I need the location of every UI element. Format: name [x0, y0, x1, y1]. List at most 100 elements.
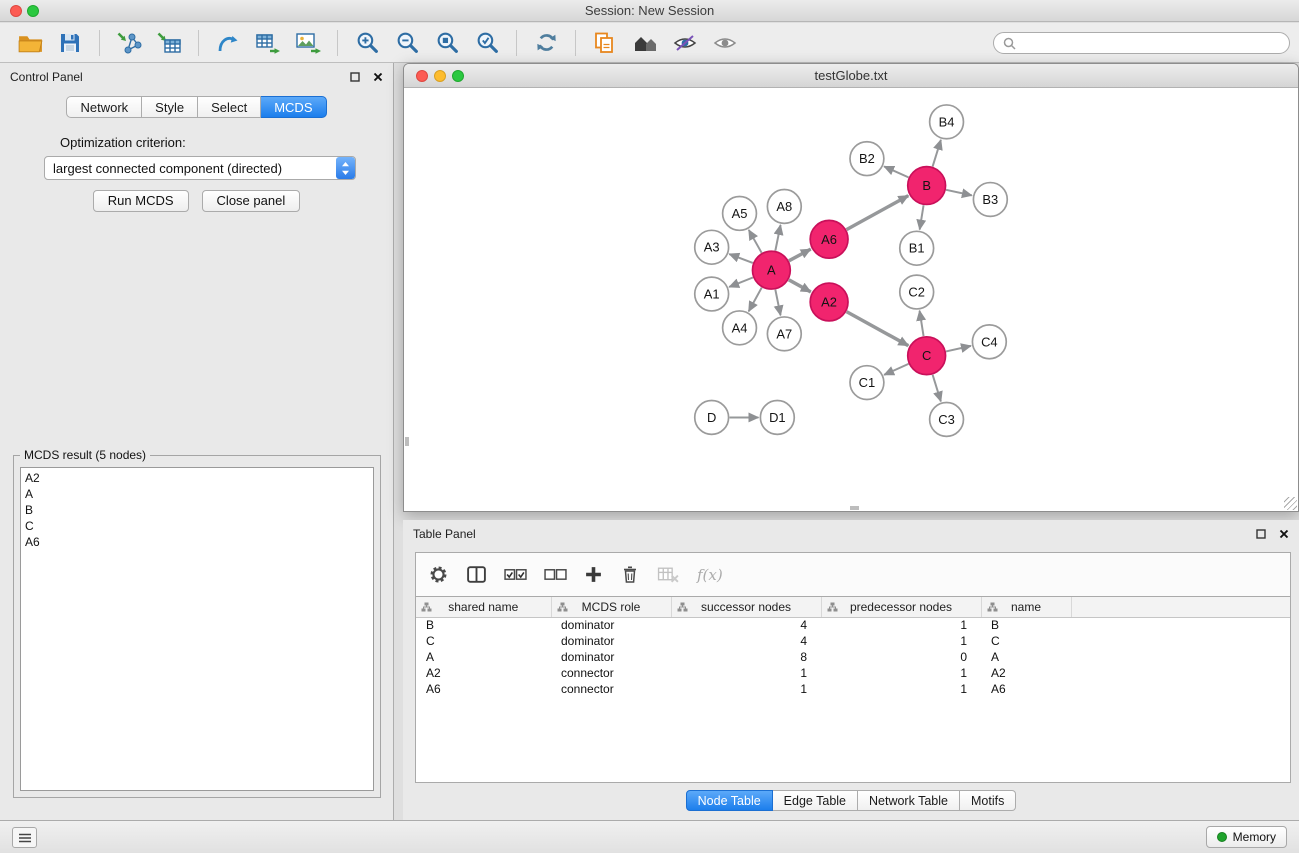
network-zoom-button[interactable]	[452, 70, 464, 82]
graph-node-B1[interactable]: B1	[900, 231, 934, 265]
graph-edge-A-A6[interactable]	[789, 249, 811, 261]
search-input[interactable]	[1021, 36, 1280, 50]
mcds-result-list[interactable]: A2ABCA6	[20, 467, 374, 791]
float-panel-button[interactable]	[350, 72, 360, 82]
table-cell[interactable]: 1	[821, 665, 981, 681]
zoom-in-button[interactable]	[347, 26, 387, 60]
table-cell[interactable]: dominator	[551, 649, 671, 665]
run-mcds-button[interactable]: Run MCDS	[93, 190, 189, 212]
graph-edge-A-A7[interactable]	[775, 290, 780, 316]
column-header-name[interactable]: name	[981, 597, 1071, 617]
list-item[interactable]: A2	[21, 470, 373, 486]
table-cell[interactable]: 1	[821, 633, 981, 649]
export-table-button[interactable]	[248, 26, 288, 60]
table-cell[interactable]: 8	[671, 649, 821, 665]
network-close-button[interactable]	[416, 70, 428, 82]
graph-node-C2[interactable]: C2	[900, 275, 934, 309]
graph-node-D[interactable]: D	[695, 401, 729, 435]
graph-node-A6[interactable]: A6	[810, 220, 848, 258]
table-row[interactable]: Adominator80A	[416, 649, 1290, 665]
graph-node-A2[interactable]: A2	[810, 283, 848, 321]
graph-edge-B-B4[interactable]	[933, 140, 941, 167]
table-cell[interactable]: dominator	[551, 617, 671, 633]
graph-edge-A-A8[interactable]	[775, 225, 780, 251]
export-network-button[interactable]	[208, 26, 248, 60]
dropdown-stepper[interactable]	[336, 157, 355, 179]
graph-node-A[interactable]: A	[752, 251, 790, 289]
list-item[interactable]: B	[21, 502, 373, 518]
tab-edge-table[interactable]: Edge Table	[773, 790, 858, 811]
tab-select[interactable]: Select	[198, 96, 261, 118]
deselect-all-columns-button[interactable]	[544, 568, 567, 582]
tab-motifs[interactable]: Motifs	[960, 790, 1016, 811]
network-minimize-button[interactable]	[434, 70, 446, 82]
create-column-button[interactable]	[584, 565, 603, 584]
close-panel-button[interactable]	[373, 72, 383, 82]
graph-edge-A6-B[interactable]	[847, 196, 909, 230]
graph-node-A4[interactable]: A4	[723, 311, 757, 345]
list-item[interactable]: A6	[21, 534, 373, 550]
tab-network[interactable]: Network	[66, 96, 142, 118]
window-resize-grip[interactable]	[1284, 497, 1297, 510]
graph-edge-A-A2[interactable]	[789, 280, 811, 292]
graph-node-C3[interactable]: C3	[930, 403, 964, 437]
tab-node-table[interactable]: Node Table	[686, 790, 773, 811]
graph-node-A1[interactable]: A1	[695, 277, 729, 311]
column-header-successor-nodes[interactable]: successor nodes	[671, 597, 821, 617]
float-table-panel-button[interactable]	[1256, 529, 1266, 539]
export-image-button[interactable]	[288, 26, 328, 60]
import-network-button[interactable]	[109, 26, 149, 60]
optimization-criterion-select[interactable]: largest connected component (directed)	[44, 156, 356, 180]
table-cell[interactable]: 1	[821, 617, 981, 633]
close-panel-action-button[interactable]: Close panel	[202, 190, 301, 212]
graph-edge-A-A5[interactable]	[749, 230, 762, 253]
zoom-fit-button[interactable]	[427, 26, 467, 60]
table-cell[interactable]: A2	[416, 665, 551, 681]
graph-edge-B-B1[interactable]	[920, 205, 924, 229]
table-cell[interactable]: 1	[671, 665, 821, 681]
graph-edge-A-A4[interactable]	[749, 288, 762, 312]
graph-node-C4[interactable]: C4	[972, 325, 1006, 359]
graph-node-B2[interactable]: B2	[850, 142, 884, 176]
delete-columns-button[interactable]	[620, 564, 640, 585]
graph-edge-A-A3[interactable]	[729, 254, 752, 263]
copy-document-button[interactable]	[585, 26, 625, 60]
graph-edge-C-C1[interactable]	[884, 364, 908, 375]
table-cell[interactable]: C	[416, 633, 551, 649]
table-cell[interactable]: dominator	[551, 633, 671, 649]
close-table-panel-button[interactable]	[1279, 529, 1289, 539]
table-cell[interactable]: A	[416, 649, 551, 665]
graph-node-C1[interactable]: C1	[850, 366, 884, 400]
table-cell[interactable]: 0	[821, 649, 981, 665]
graph-node-C[interactable]: C	[908, 337, 946, 375]
close-window-button[interactable]	[10, 5, 22, 17]
show-columns-button[interactable]	[466, 565, 487, 584]
table-row[interactable]: A6connector11A6	[416, 681, 1290, 697]
table-row[interactable]: Cdominator41C	[416, 633, 1290, 649]
column-header-predecessor-nodes[interactable]: predecessor nodes	[821, 597, 981, 617]
table-cell[interactable]: A	[981, 649, 1071, 665]
show-graphics-details-button[interactable]	[665, 26, 705, 60]
table-cell[interactable]: 4	[671, 617, 821, 633]
list-item[interactable]: A	[21, 486, 373, 502]
zoom-selected-button[interactable]	[467, 26, 507, 60]
function-builder-button[interactable]: f(x)	[697, 566, 723, 584]
graph-edge-B-B3[interactable]	[946, 190, 972, 196]
graph-node-B3[interactable]: B3	[973, 183, 1007, 217]
graph-node-B[interactable]: B	[908, 167, 946, 205]
graph-edge-C-C2[interactable]	[920, 311, 924, 336]
graph-node-A8[interactable]: A8	[767, 190, 801, 224]
tab-style[interactable]: Style	[142, 96, 198, 118]
table-cell[interactable]: A2	[981, 665, 1071, 681]
app-titlebar[interactable]: Session: New Session	[0, 0, 1299, 22]
table-cell[interactable]: 1	[821, 681, 981, 697]
table-row[interactable]: Bdominator41B	[416, 617, 1290, 633]
tab-network-table[interactable]: Network Table	[858, 790, 960, 811]
graph-edge-B-B2[interactable]	[884, 166, 908, 177]
home-overview-button[interactable]	[625, 26, 665, 60]
bird-eye-view-button[interactable]	[705, 26, 745, 60]
open-file-button[interactable]	[10, 26, 50, 60]
table-cell[interactable]: C	[981, 633, 1071, 649]
save-session-button[interactable]	[50, 26, 90, 60]
table-cell[interactable]: B	[416, 617, 551, 633]
